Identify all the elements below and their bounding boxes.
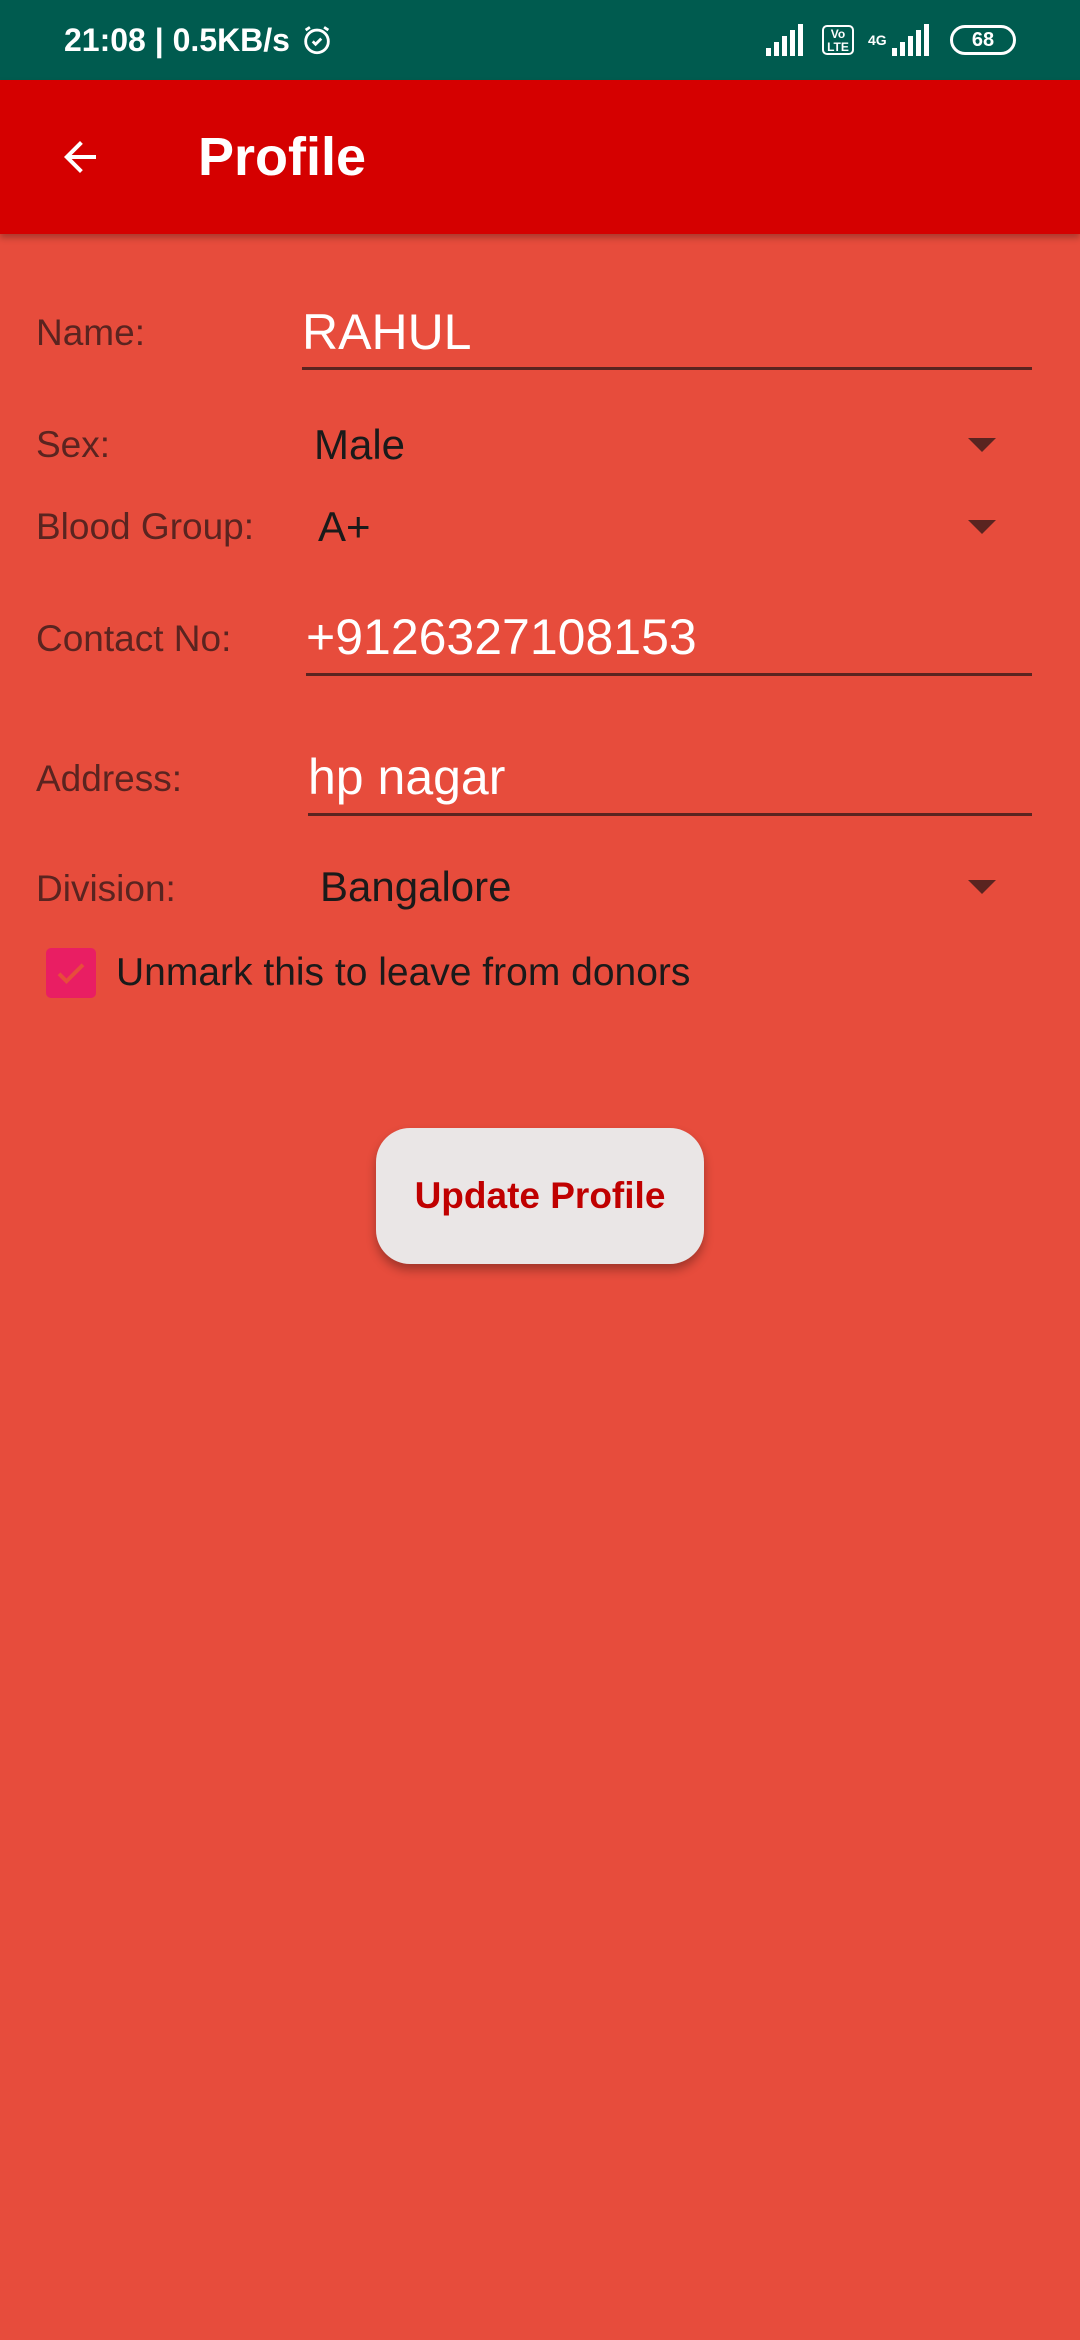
division-spinner[interactable]: Bangalore [300, 852, 1020, 922]
division-value: Bangalore [320, 863, 512, 910]
name-field[interactable] [302, 296, 1032, 370]
address-label: Address: [36, 758, 183, 799]
volte-line2: LTE [827, 40, 849, 54]
sex-label: Sex: [36, 424, 111, 465]
update-profile-button[interactable]: Update Profile [376, 1128, 704, 1264]
sex-spinner[interactable]: Male [300, 410, 1020, 480]
donor-checkbox-label: Unmark this to leave from donors [116, 951, 691, 994]
blood-group-spinner[interactable]: A+ [300, 492, 1020, 562]
status-left: 21:08 | 0.5KB/s [64, 0, 334, 80]
donor-checkbox[interactable] [46, 948, 96, 998]
status-right: Vo LTE 4G 68 [752, 0, 1016, 80]
network-type: 4G [868, 32, 887, 48]
check-icon [57, 963, 85, 985]
address-field[interactable] [308, 740, 1032, 816]
signal-icon [766, 24, 803, 56]
dropdown-arrow-icon [968, 410, 996, 480]
app-bar: Profile [0, 80, 1080, 234]
page-title: Profile [198, 127, 367, 187]
battery-icon: 68 [950, 25, 1016, 55]
dropdown-arrow-icon [968, 492, 996, 562]
blood-group-label: Blood Group: [36, 506, 255, 547]
blood-group-value: A+ [318, 503, 371, 550]
back-button[interactable] [40, 117, 120, 197]
status-time-speed: 21:08 | 0.5KB/s [64, 21, 290, 58]
contact-field[interactable] [306, 600, 1032, 676]
status-bar: 21:08 | 0.5KB/s Vo LTE 4G 68 [0, 0, 1080, 80]
volte-icon: Vo LTE [822, 25, 854, 55]
arrow-back-icon [64, 141, 96, 173]
dropdown-arrow-icon [968, 852, 996, 922]
signal-icon-2 [892, 24, 929, 56]
name-label: Name: [36, 312, 145, 353]
contact-label: Contact No: [36, 618, 232, 659]
donor-checkbox-row[interactable]: Unmark this to leave from donors [46, 944, 690, 1002]
sex-value: Male [314, 421, 406, 468]
alarm-icon [304, 26, 330, 55]
division-label: Division: [36, 868, 176, 909]
